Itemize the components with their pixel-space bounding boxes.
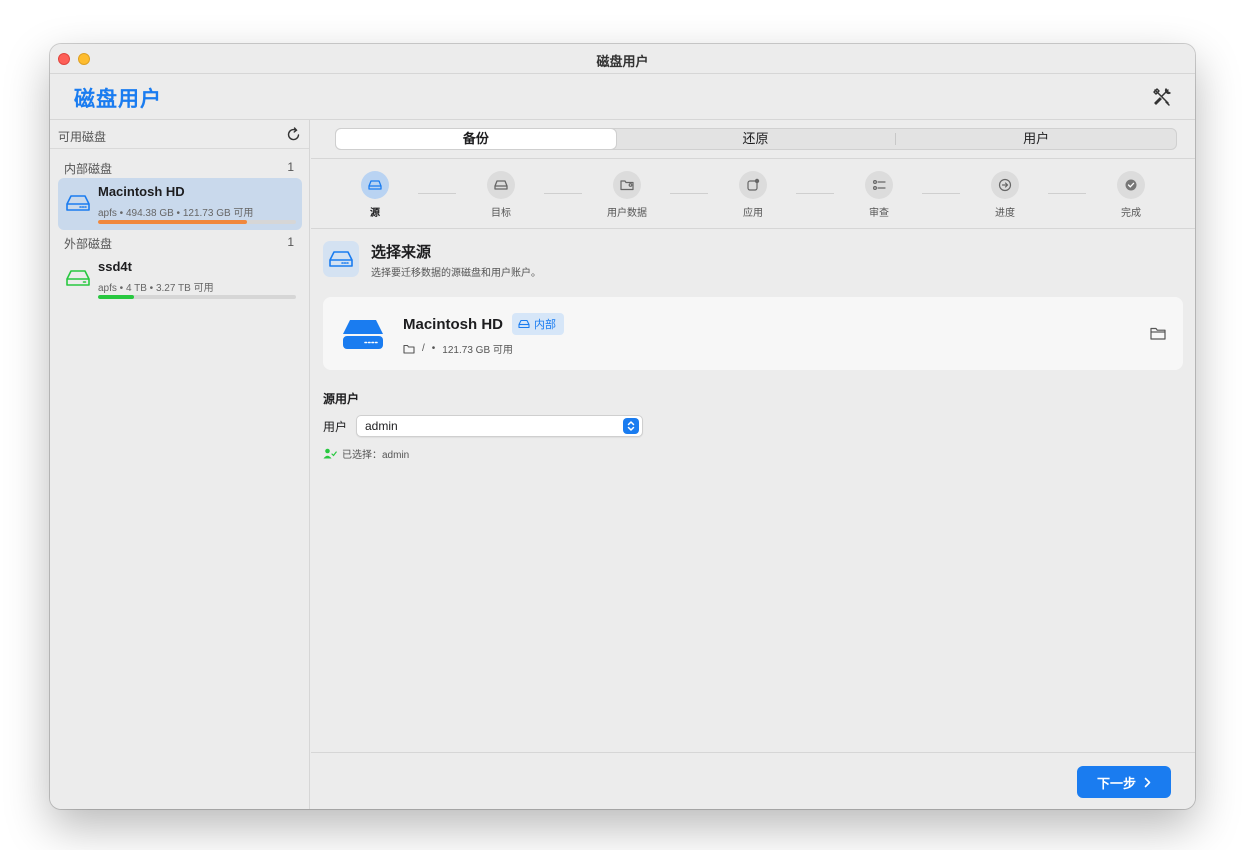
badge-label: 内部	[534, 319, 556, 331]
tab-restore[interactable]: 还原	[616, 129, 896, 149]
disk-meta: apfs • 494.38 GB • 121.73 GB 可用	[98, 208, 254, 219]
usage-bar	[98, 295, 296, 299]
separator-dot: •	[431, 343, 436, 354]
usage-bar-fill	[98, 295, 134, 299]
next-button-label: 下一步	[1096, 775, 1136, 791]
selected-user-note: 已选择：admin	[323, 446, 409, 461]
drive-icon	[368, 180, 382, 190]
checkmark-circle-icon	[1125, 179, 1137, 191]
chevron-right-icon	[1144, 777, 1151, 787]
next-button[interactable]: 下一步	[1077, 766, 1171, 798]
disk-path: /	[422, 343, 425, 354]
step-progress[interactable]: 进度	[965, 171, 1045, 219]
group-label-external: 外部磁盘	[64, 237, 113, 251]
step-review[interactable]: 审查	[839, 171, 919, 219]
title-bar: 磁盘用户	[50, 44, 1195, 74]
main-panel: 备份 还原 用户 源 目标 用户数据 应用 审查 进度 完成 选择来源 选择要迁…	[311, 120, 1195, 809]
app-title: 磁盘用户	[74, 88, 162, 111]
mode-segmented-control: 备份 还原 用户	[335, 128, 1177, 150]
usage-bar-fill	[98, 220, 247, 224]
step-label: 进度	[995, 208, 1015, 219]
sidebar-header: 可用磁盘	[50, 120, 309, 149]
sidebar: 可用磁盘 内部磁盘 1 Macintosh HD apfs • 494.38 G…	[50, 120, 310, 809]
section-title: 选择来源	[371, 244, 432, 261]
selected-user-text: 已选择：admin	[342, 450, 410, 461]
disk-item-macintosh-hd[interactable]: Macintosh HD apfs • 494.38 GB • 121.73 G…	[58, 178, 302, 230]
step-label: 用户数据	[607, 208, 647, 219]
tab-users[interactable]: 用户	[896, 129, 1176, 149]
footer: 下一步	[311, 752, 1195, 809]
disk-item-ssd4t[interactable]: ssd4t apfs • 4 TB • 3.27 TB 可用	[58, 253, 302, 305]
disk-name: ssd4t	[98, 259, 132, 274]
source-section-icon	[323, 241, 359, 277]
disk-card-meta: / • 121.73 GB 可用	[403, 341, 513, 356]
disk-meta: apfs • 4 TB • 3.27 TB 可用	[98, 283, 214, 294]
step-apps[interactable]: 应用	[713, 171, 793, 219]
app-window: 磁盘用户 磁盘用户 可用磁盘 内部磁盘 1 Macintosh HD apfs …	[50, 44, 1195, 809]
group-count-internal: 1	[287, 160, 294, 174]
internal-drive-icon	[66, 195, 90, 211]
user-label: 用户	[323, 420, 348, 434]
refresh-icon	[287, 127, 300, 141]
step-done[interactable]: 完成	[1091, 171, 1171, 219]
sidebar-heading: 可用磁盘	[58, 130, 107, 144]
chevron-updown-icon	[623, 418, 639, 434]
step-label: 应用	[743, 208, 763, 219]
section-subtitle: 选择要迁移数据的源磁盘和用户账户。	[371, 268, 541, 279]
wizard-steps: 源 目标 用户数据 应用 审查 进度 完成	[311, 158, 1195, 229]
step-target[interactable]: 目标	[461, 171, 541, 219]
step-connector	[922, 193, 960, 194]
user-select[interactable]: admin	[356, 415, 643, 437]
group-label-internal: 内部磁盘	[64, 162, 113, 176]
usage-bar	[98, 220, 296, 224]
internal-drive-icon	[343, 320, 383, 349]
source-users-title: 源用户	[323, 392, 360, 406]
step-label: 源	[370, 208, 380, 219]
wrench-screwdriver-icon	[1153, 88, 1171, 106]
source-disk-card[interactable]: Macintosh HD 内部 / • 121.73 GB 可用	[323, 297, 1183, 370]
external-drive-icon	[66, 270, 90, 286]
drive-icon	[518, 319, 530, 329]
folder-icon	[403, 344, 415, 354]
app-header: 磁盘用户	[50, 74, 1195, 120]
step-connector	[796, 193, 834, 194]
step-label: 审查	[869, 208, 889, 219]
disk-name: Macintosh HD	[98, 184, 185, 199]
app-badge-icon	[747, 178, 760, 191]
folder-person-icon	[619, 180, 634, 191]
step-connector	[418, 193, 456, 194]
step-label: 目标	[491, 208, 511, 219]
refresh-button[interactable]	[286, 127, 301, 142]
group-count-external: 1	[287, 235, 294, 249]
disk-name: Macintosh HD	[403, 316, 504, 333]
window-title: 磁盘用户	[596, 54, 649, 69]
person-check-icon	[323, 448, 337, 459]
step-label: 完成	[1121, 208, 1141, 219]
step-connector	[670, 193, 708, 194]
step-connector	[544, 193, 582, 194]
step-connector	[1048, 193, 1086, 194]
tools-button[interactable]	[1151, 86, 1173, 108]
drive-icon	[329, 251, 353, 267]
internal-badge: 内部	[512, 313, 564, 335]
reveal-folder-button[interactable]	[1150, 327, 1166, 340]
folder-icon	[1150, 327, 1166, 340]
tab-backup[interactable]: 备份	[336, 129, 616, 149]
step-user-data[interactable]: 用户数据	[587, 171, 667, 219]
arrow-circle-icon	[998, 178, 1012, 192]
disk-free: 121.73 GB 可用	[442, 345, 513, 356]
drive-icon	[494, 180, 508, 190]
checklist-icon	[873, 180, 886, 190]
user-select-value: admin	[365, 419, 398, 433]
step-source[interactable]: 源	[335, 171, 415, 219]
